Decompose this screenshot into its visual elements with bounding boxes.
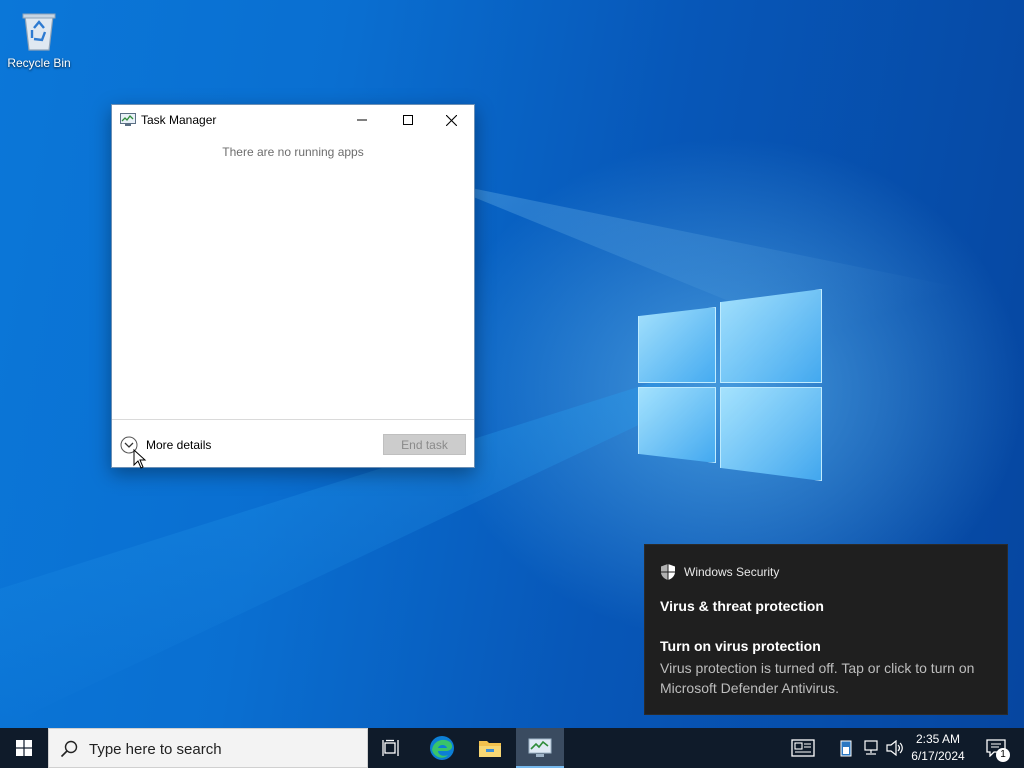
start-button[interactable] bbox=[0, 728, 48, 768]
close-icon bbox=[445, 114, 457, 126]
toast-body: Virus protection is turned off. Tap or c… bbox=[660, 660, 975, 696]
desktop-icon-label: Recycle Bin bbox=[7, 56, 71, 70]
edge-icon bbox=[430, 736, 454, 760]
toast-sub-heading: Turn on virus protection bbox=[660, 638, 821, 654]
start-icon bbox=[16, 740, 32, 756]
window-title: Task Manager bbox=[141, 113, 217, 127]
clock-date: 6/17/2024 bbox=[911, 749, 965, 763]
battery-tray-button[interactable] bbox=[838, 728, 854, 768]
desktop-icon-recycle-bin[interactable]: Recycle Bin bbox=[4, 6, 74, 70]
task-manager-icon bbox=[120, 113, 136, 126]
news-widget-button[interactable] bbox=[784, 728, 822, 768]
task-view-icon bbox=[382, 739, 399, 756]
task-manager-taskbar-button[interactable] bbox=[516, 728, 564, 768]
maximize-button[interactable] bbox=[385, 105, 431, 135]
mouse-cursor-icon bbox=[133, 449, 147, 469]
shield-icon bbox=[661, 564, 675, 580]
close-button[interactable] bbox=[428, 105, 474, 135]
clock-time: 2:35 AM bbox=[915, 732, 961, 746]
taskbar: Type here to search 2:35 AM 6/17/2024 1 bbox=[0, 728, 1024, 768]
recycle-bin-icon bbox=[22, 13, 56, 51]
volume-tray-button[interactable] bbox=[884, 728, 906, 768]
windows-logo-wallpaper bbox=[630, 285, 830, 485]
title-bar[interactable]: Task Manager bbox=[112, 105, 474, 135]
taskbar-clock[interactable]: 2:35 AM 6/17/2024 bbox=[906, 731, 970, 765]
news-icon bbox=[791, 739, 815, 757]
task-manager-window: Task Manager There are no running apps M… bbox=[111, 104, 475, 468]
file-explorer-button[interactable] bbox=[466, 728, 514, 768]
toast-heading: Virus & threat protection bbox=[660, 598, 824, 614]
minimize-icon bbox=[357, 119, 367, 121]
minimize-button[interactable] bbox=[339, 105, 385, 135]
action-center-button[interactable]: 1 bbox=[976, 728, 1016, 768]
more-details-link[interactable]: More details bbox=[146, 438, 211, 452]
edge-button[interactable] bbox=[418, 728, 466, 768]
window-footer: More details End task bbox=[112, 419, 474, 467]
toast-app-name: Windows Security bbox=[684, 565, 780, 579]
search-box[interactable]: Type here to search bbox=[48, 728, 368, 768]
task-view-button[interactable] bbox=[368, 728, 416, 768]
file-explorer-icon bbox=[479, 741, 501, 757]
empty-apps-message: There are no running apps bbox=[222, 145, 364, 159]
battery-icon bbox=[840, 740, 852, 757]
task-manager-icon bbox=[528, 738, 552, 757]
network-icon bbox=[864, 740, 878, 755]
network-tray-button[interactable] bbox=[860, 728, 882, 768]
search-placeholder: Type here to search bbox=[89, 741, 222, 758]
notification-count-badge: 1 bbox=[996, 748, 1010, 762]
end-task-button[interactable]: End task bbox=[383, 434, 466, 455]
maximize-icon bbox=[403, 115, 413, 125]
volume-icon bbox=[886, 740, 903, 756]
security-notification-toast[interactable]: Windows Security Virus & threat protecti… bbox=[644, 544, 1008, 715]
search-icon bbox=[60, 740, 78, 758]
